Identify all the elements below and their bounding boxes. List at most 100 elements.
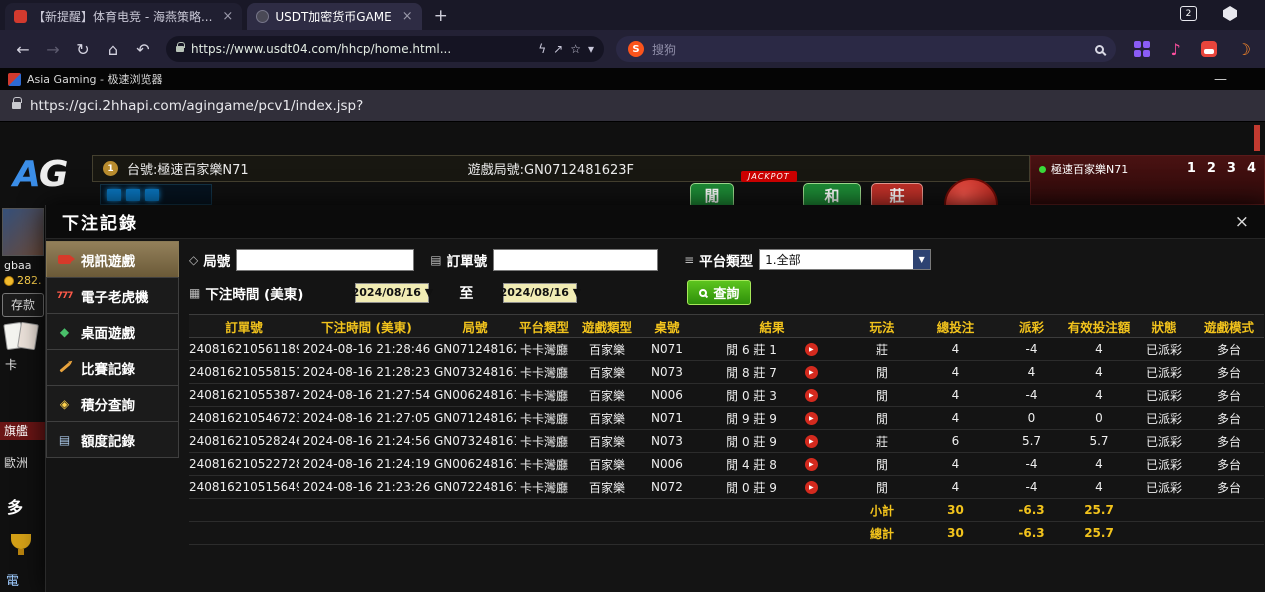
search-engine-label[interactable]: 搜狗 xyxy=(652,41,1087,58)
ag-app-icon xyxy=(8,73,21,86)
cell-valid-bet: 4 xyxy=(1064,476,1134,499)
balance-label: 282. xyxy=(4,274,42,287)
minimize-icon[interactable]: — xyxy=(1214,72,1227,87)
search-button[interactable]: 查詢 xyxy=(687,280,751,305)
back-icon[interactable]: ← xyxy=(10,40,36,59)
cell-payout: 4 xyxy=(999,361,1064,384)
cell-mode: 多台 xyxy=(1194,430,1264,453)
forward-icon[interactable]: → xyxy=(40,40,66,59)
col-play: 玩法 xyxy=(852,315,912,338)
cell-platform: 卡卡灣廳 xyxy=(516,453,572,476)
table-tab-2[interactable]: 2 xyxy=(1207,161,1216,176)
cell-order-id: 240816210522728 xyxy=(189,453,299,476)
lightning-icon[interactable]: ϟ xyxy=(538,42,546,56)
replay-icon[interactable]: ▶ xyxy=(805,458,818,471)
new-tab-button[interactable]: + xyxy=(434,6,448,26)
total-row: 總計 30 -6.3 25.7 xyxy=(189,522,1264,545)
table-tab-4[interactable]: 4 xyxy=(1247,161,1256,176)
result-text: 閒 0 莊 9 xyxy=(726,433,777,450)
result-text: 閒 8 莊 7 xyxy=(726,364,777,381)
result-text: 閒 0 莊 3 xyxy=(726,387,777,404)
sidebar-item-table-games[interactable]: ◆ 桌面遊戲 xyxy=(46,313,179,350)
app-menu-icon[interactable] xyxy=(1223,6,1237,21)
replay-icon[interactable]: ▶ xyxy=(805,343,818,356)
cell-game-type: 百家樂 xyxy=(572,384,642,407)
chevron-down-icon[interactable]: ▾ xyxy=(588,42,594,56)
tab-close-icon[interactable]: × xyxy=(222,9,233,24)
subtotal-label: 小計 xyxy=(852,499,912,522)
sidebar-item-video-games[interactable]: 視訊遊戲 xyxy=(46,241,179,278)
platform-select[interactable]: 1.全部 ▼ xyxy=(759,249,931,270)
sidebar-item-points-query[interactable]: ◈ 積分查詢 xyxy=(46,385,179,422)
apps-grid-icon[interactable] xyxy=(1134,41,1150,57)
url-text[interactable]: https://www.usdt04.com/hhcp/home.html... xyxy=(191,42,531,56)
tab-sports[interactable]: 【新提醒】体育电竞 - 海燕策略... × xyxy=(5,3,242,30)
bet-records-table: 訂單號 下注時間 (美東) 局號 平台類型 遊戲類型 桌號 結果 玩法 總投注 … xyxy=(189,314,1264,545)
cell-mode: 多台 xyxy=(1194,453,1264,476)
document-icon: ▤ xyxy=(56,433,73,447)
lock-icon xyxy=(176,46,184,52)
replay-icon[interactable]: ▶ xyxy=(805,435,818,448)
tab-usdt-game[interactable]: USDT加密货币GAME × xyxy=(247,3,421,30)
bet-time-filter-label: ▦ 下注時間 (美東) xyxy=(189,283,303,303)
cell-platform: 卡卡灣廳 xyxy=(516,476,572,499)
col-platform: 平台類型 xyxy=(516,315,572,338)
browser-toolbar: ← → ↻ ⌂ ↶ https://www.usdt04.com/hhcp/ho… xyxy=(0,30,1265,68)
replay-icon[interactable]: ▶ xyxy=(805,412,818,425)
tab-title: USDT加密货币GAME xyxy=(275,8,391,25)
date-to-picker[interactable]: 2024/08/16 ▼ xyxy=(503,283,577,303)
replay-icon[interactable]: ▶ xyxy=(805,481,818,494)
sidebar-item-quota-records[interactable]: ▤ 額度記錄 xyxy=(46,421,179,458)
cell-order-id: 240816210553874 xyxy=(189,384,299,407)
date-from-picker[interactable]: 2024/08/16 ▼ xyxy=(355,283,429,303)
camera-icon xyxy=(56,255,73,264)
col-round: 局號 xyxy=(434,315,516,338)
cell-result: 閒 0 莊 3 ▶ xyxy=(692,384,852,407)
col-result: 結果 xyxy=(692,315,852,338)
history-icon[interactable]: ↶ xyxy=(130,40,156,59)
cell-result: 閒 0 莊 9 ▶ xyxy=(692,476,852,499)
game-url-text[interactable]: https://gci.2hhapi.com/agingame/pcv1/ind… xyxy=(30,98,363,114)
video-app-icon[interactable] xyxy=(1201,41,1217,57)
home-icon[interactable]: ⌂ xyxy=(100,40,126,59)
cell-play: 閒 xyxy=(852,407,912,430)
lobby-label-europe: 歐洲 xyxy=(4,454,28,471)
col-status: 狀態 xyxy=(1134,315,1194,338)
to-label: 至 xyxy=(459,283,473,303)
tab-favicon xyxy=(256,10,269,23)
address-bar[interactable]: https://www.usdt04.com/hhcp/home.html...… xyxy=(166,36,604,62)
game-address-bar[interactable]: https://gci.2hhapi.com/agingame/pcv1/ind… xyxy=(0,90,1265,122)
music-icon[interactable]: ♪ xyxy=(1170,40,1180,59)
result-text: 閒 0 莊 9 xyxy=(726,479,777,496)
diamond-icon: ◆ xyxy=(56,325,73,339)
table-tab-1[interactable]: 1 xyxy=(1187,161,1196,176)
sidebar-item-match-records[interactable]: 比賽記錄 xyxy=(46,349,179,386)
table-row: 2408162105581512024-08-16 21:28:23GN0732… xyxy=(189,361,1264,384)
jackpot-badge: JACKPOT xyxy=(741,171,797,182)
table-tab-3[interactable]: 3 xyxy=(1227,161,1236,176)
cell-bet-time: 2024-08-16 21:24:19 xyxy=(299,453,434,476)
refresh-icon[interactable]: ↻ xyxy=(70,40,96,59)
cell-total-bet: 4 xyxy=(912,361,999,384)
deposit-button[interactable]: 存款 xyxy=(2,293,44,317)
search-icon[interactable] xyxy=(1095,45,1104,54)
round-input[interactable] xyxy=(236,249,414,271)
sidebar-item-slots[interactable]: 777 電子老虎機 xyxy=(46,277,179,314)
tab-counter-icon[interactable]: 2 xyxy=(1180,6,1197,21)
tab-bar: 【新提醒】体育电竞 - 海燕策略... × USDT加密货币GAME × + 2 xyxy=(0,0,1265,30)
order-input[interactable] xyxy=(493,249,658,271)
replay-icon[interactable]: ▶ xyxy=(805,366,818,379)
cell-game-type: 百家樂 xyxy=(572,453,642,476)
replay-icon[interactable]: ▶ xyxy=(805,389,818,402)
cell-status: 已派彩 xyxy=(1134,338,1194,361)
search-bar[interactable]: S 搜狗 xyxy=(616,36,1116,62)
night-mode-icon[interactable]: ☽ xyxy=(1237,40,1251,59)
cell-table-no: N072 xyxy=(642,476,692,499)
bookmark-star-icon[interactable]: ☆ xyxy=(570,42,581,56)
share-icon[interactable]: ↗ xyxy=(553,42,563,56)
total-bet: 30 xyxy=(912,522,999,545)
cell-game-type: 百家樂 xyxy=(572,361,642,384)
lobby-thumbnail xyxy=(2,208,44,256)
close-icon[interactable]: × xyxy=(1235,212,1249,232)
tab-close-icon[interactable]: × xyxy=(402,9,413,24)
